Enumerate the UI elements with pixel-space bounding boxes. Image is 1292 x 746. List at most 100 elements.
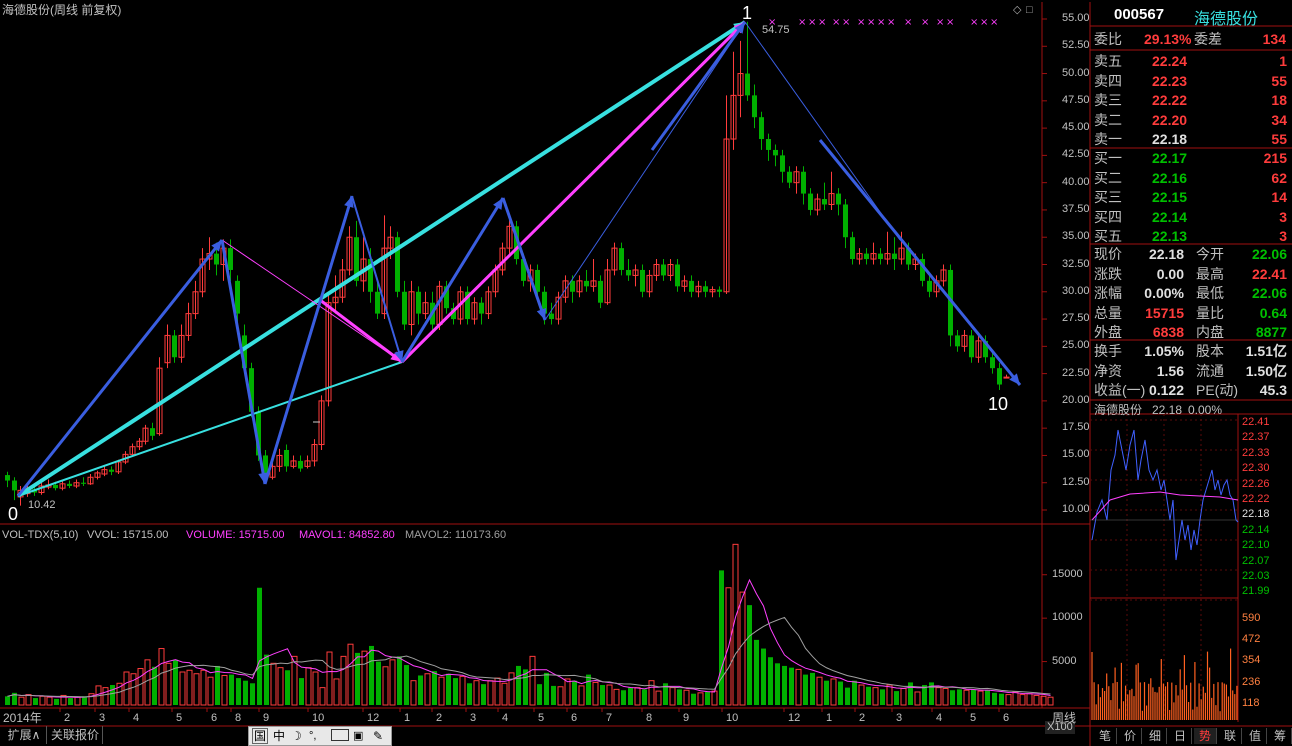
- month-label: 3: [896, 712, 903, 724]
- volume-bar-down: [432, 671, 437, 705]
- month-label: 6: [571, 712, 578, 724]
- x-marker: ×: [887, 17, 895, 28]
- volume-bar-down: [621, 690, 626, 705]
- candle-down: [53, 484, 58, 489]
- month-label: 9: [683, 712, 690, 724]
- tab-2[interactable]: 细: [1144, 728, 1167, 744]
- tab-6[interactable]: 值: [1244, 728, 1267, 744]
- x-marker: ×: [867, 17, 875, 28]
- mini-price-label: 22.30: [1242, 462, 1270, 475]
- tab-3[interactable]: 日: [1169, 728, 1192, 744]
- price-tick-label: 45.00: [1062, 121, 1090, 134]
- volume-tick-label: 10000: [1052, 611, 1083, 624]
- tab-5[interactable]: 联: [1219, 728, 1242, 744]
- candle-down: [927, 280, 932, 292]
- month-label: 10: [312, 712, 325, 724]
- month-label: 6: [211, 712, 218, 724]
- volume-bar-down: [54, 698, 59, 705]
- volume-bar-down: [257, 587, 262, 705]
- month-label: 5: [176, 712, 183, 724]
- wrench-icon[interactable]: ✎: [373, 728, 383, 744]
- related-quotes-button[interactable]: 关联报价: [48, 726, 103, 744]
- tab-1[interactable]: 价: [1119, 728, 1142, 744]
- candle-up: [1003, 376, 1010, 379]
- stock-header: 000567 海德股份: [1090, 2, 1291, 28]
- candle-down: [787, 171, 792, 183]
- wave-label-end: 10: [988, 394, 1009, 414]
- mini-price-label: 21.99: [1242, 585, 1270, 598]
- volume-bar-down: [152, 666, 157, 705]
- guo-icon[interactable]: 国: [252, 728, 269, 744]
- month-label: 6: [1003, 712, 1010, 724]
- volume-bar-down: [824, 680, 829, 705]
- candle-down: [5, 475, 10, 481]
- candle-down: [109, 469, 114, 472]
- input-method-toolbar[interactable]: 国 中 ☽ °, ▣ ✎: [248, 726, 392, 746]
- volume-bar-down: [845, 687, 850, 705]
- tshirt-icon[interactable]: ▣: [353, 728, 363, 744]
- x-marker: ×: [877, 17, 885, 28]
- tab-0[interactable]: 笔: [1094, 728, 1117, 744]
- diamond-icon[interactable]: ◇: [1013, 4, 1021, 17]
- vol-indicator-name[interactable]: VOL-TDX(5,10): [2, 529, 78, 542]
- mini-volume-label: 590: [1242, 612, 1261, 624]
- x-marker: ×: [946, 17, 954, 28]
- candle-down: [284, 449, 289, 467]
- x-marker: ×: [921, 17, 929, 28]
- volume-bar-down: [243, 680, 248, 705]
- square-icon[interactable]: □: [1026, 4, 1033, 17]
- stat2-row: 收益(一) 0.122 PE(动) 45.3: [1094, 382, 1287, 398]
- price-tick-label: 25.00: [1062, 339, 1090, 352]
- mini-price-label: 22.18: [1242, 508, 1270, 521]
- price-tick-label: 40.00: [1062, 175, 1090, 188]
- x-marker: ×: [808, 17, 816, 28]
- candle-down: [81, 482, 86, 484]
- candle-down: [745, 73, 750, 96]
- x-marker: ×: [990, 17, 998, 28]
- month-label: 4: [936, 712, 943, 724]
- expand-button[interactable]: 扩展∧: [2, 726, 47, 744]
- stock-name: 海德股份: [1194, 11, 1259, 28]
- price-tick-label: 52.50: [1062, 39, 1090, 52]
- candle-down: [214, 253, 219, 265]
- volume-bar-down: [957, 689, 962, 705]
- candle-down: [402, 291, 407, 325]
- month-label: 5: [970, 712, 977, 724]
- month-label: 10: [726, 712, 739, 724]
- volume-bar-down: [880, 689, 885, 705]
- candle-down: [850, 237, 855, 260]
- month-label: 1: [404, 712, 411, 724]
- volume-bar-down: [971, 689, 976, 705]
- price-tick-label: 10.00: [1062, 503, 1090, 515]
- candle-down: [766, 139, 771, 150]
- year-label: 2014年: [3, 711, 42, 725]
- price-tick-label: 47.50: [1062, 93, 1090, 106]
- weibi-row: 委比 29.13% 委差 134: [1094, 31, 1286, 47]
- low-price-label: 10.42: [28, 499, 56, 511]
- period-label[interactable]: 周线: [1052, 712, 1076, 725]
- dots-icon[interactable]: °,: [309, 728, 316, 744]
- month-label: 3: [99, 712, 106, 724]
- tab-4[interactable]: 势: [1194, 728, 1217, 744]
- candle-down: [997, 368, 1002, 385]
- chart-title: 海德股份(周线 前复权): [2, 3, 122, 17]
- month-label: 12: [788, 712, 801, 724]
- candle-down: [689, 280, 694, 292]
- candle-down: [479, 302, 484, 314]
- volume-bar-down: [481, 684, 486, 705]
- month-label: 5: [538, 712, 545, 724]
- keyboard-icon[interactable]: [331, 729, 349, 741]
- mini-chart-price: 22.18: [1152, 403, 1183, 417]
- month-label: 3: [470, 712, 477, 724]
- volume-bar-down: [236, 678, 241, 705]
- volume-bar-down: [453, 678, 458, 705]
- candle-down: [878, 253, 883, 260]
- mini-volume-label: 472: [1242, 633, 1261, 646]
- moon-icon[interactable]: ☽: [291, 728, 302, 744]
- volume-bar-down: [677, 689, 682, 705]
- mini-price-label: 22.41: [1242, 416, 1270, 428]
- tab-7[interactable]: 筹: [1269, 728, 1292, 744]
- volume-bar-down: [173, 659, 178, 705]
- mini-price-label: 22.10: [1242, 539, 1270, 552]
- chinese-mode-icon[interactable]: 中: [273, 728, 285, 744]
